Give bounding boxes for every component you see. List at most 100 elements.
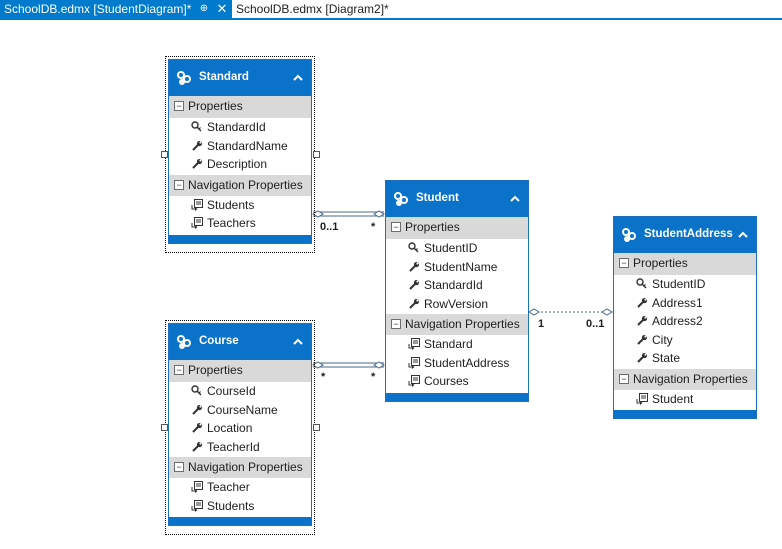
collapse-section-icon[interactable]: − — [391, 319, 401, 329]
navigation-property-icon — [408, 356, 420, 369]
resize-handle[interactable] — [161, 424, 168, 431]
property-item[interactable]: State — [614, 349, 756, 368]
section-label: Properties — [188, 99, 243, 113]
property-label: StandardId — [207, 120, 266, 134]
navigation-section[interactable]: − Navigation Properties — [169, 456, 311, 478]
navigation-property-item[interactable]: Teachers — [169, 214, 311, 233]
collapse-section-icon[interactable]: − — [174, 365, 184, 375]
resize-handle[interactable] — [313, 424, 320, 431]
property-item[interactable]: City — [614, 330, 756, 349]
property-item[interactable]: StandardName — [169, 136, 311, 155]
entity-icon — [177, 71, 191, 85]
properties-section[interactable]: − Properties — [614, 253, 756, 275]
entity-icon — [622, 228, 636, 242]
property-wrench-icon — [409, 261, 420, 272]
property-label: StandardId — [424, 278, 483, 292]
entity-header[interactable]: Course — [169, 324, 311, 360]
navigation-property-icon — [636, 392, 648, 405]
property-wrench-icon — [192, 422, 203, 433]
entity-header[interactable]: Standard — [169, 60, 311, 96]
entity-course[interactable]: Course − Properties CourseId CourseName Lo… — [168, 323, 312, 526]
resize-handle[interactable] — [313, 151, 320, 158]
property-wrench-icon — [192, 140, 203, 151]
property-wrench-icon — [409, 298, 420, 309]
navigation-property-label: StudentAddress — [424, 355, 510, 370]
navigation-property-label: Students — [207, 197, 255, 212]
navigation-property-item[interactable]: Students — [169, 195, 311, 214]
property-label: StandardName — [207, 138, 288, 153]
property-item[interactable]: RowVersion — [386, 294, 528, 313]
entity-standard[interactable]: Standard − Properties StandardId Standard… — [168, 59, 312, 244]
navigation-property-item[interactable]: Students — [169, 496, 311, 515]
property-item[interactable]: Address2 — [614, 312, 756, 331]
key-property-icon — [191, 385, 202, 396]
navigation-property-icon — [408, 375, 420, 387]
entity-header[interactable]: Student — [386, 181, 528, 217]
navigation-property-item[interactable]: Courses — [386, 372, 528, 391]
multiplicity-student-end: 1 — [538, 318, 545, 330]
chevron-up-icon[interactable] — [291, 335, 305, 349]
property-item[interactable]: TeacherId — [169, 437, 311, 456]
property-item[interactable]: CourseId — [169, 382, 311, 401]
multiplicity-course-end: * — [321, 371, 326, 383]
collapse-section-icon[interactable]: − — [619, 258, 629, 268]
property-item[interactable]: StudentID — [386, 239, 528, 258]
property-item[interactable]: StudentName — [386, 257, 528, 276]
property-item[interactable]: CourseName — [169, 400, 311, 419]
section-label: Navigation Properties — [188, 177, 303, 192]
property-label: StudentID — [652, 277, 706, 291]
navigation-property-item[interactable]: StudentAddress — [386, 353, 528, 372]
entity-name: StudentAddress — [644, 228, 733, 240]
property-item[interactable]: Description — [169, 155, 311, 174]
section-label: Properties — [633, 256, 688, 270]
navigation-property-icon — [191, 198, 203, 211]
navigation-property-item[interactable]: Student — [614, 389, 756, 408]
property-wrench-icon — [409, 279, 420, 290]
multiplicity-standard-end: 0..1 — [320, 221, 339, 233]
navigation-section[interactable]: − Navigation Properties — [169, 173, 311, 196]
collapse-section-icon[interactable]: − — [174, 179, 184, 190]
association-student-address[interactable] — [528, 308, 613, 316]
navigation-section[interactable]: − Navigation Properties — [386, 313, 528, 335]
property-item[interactable]: Location — [169, 419, 311, 438]
property-label: StudentID — [424, 241, 478, 255]
association-standard-student[interactable] — [312, 210, 385, 218]
entity-student[interactable]: Student − Properties StudentID StudentNam… — [385, 180, 529, 402]
property-label: RowVersion — [424, 296, 489, 311]
association-course-student[interactable] — [312, 361, 385, 369]
chevron-up-icon[interactable] — [736, 228, 750, 242]
collapse-section-icon[interactable]: − — [619, 373, 629, 384]
entity-footer — [169, 517, 311, 525]
property-label: City — [652, 332, 673, 347]
resize-handle[interactable] — [161, 151, 168, 158]
collapse-section-icon[interactable]: − — [174, 462, 184, 472]
navigation-property-icon — [191, 481, 203, 493]
property-item[interactable]: Address1 — [614, 293, 756, 312]
property-label: Location — [207, 421, 253, 435]
properties-section[interactable]: − Properties — [386, 217, 528, 239]
property-wrench-icon — [637, 297, 648, 308]
navigation-property-icon — [408, 338, 420, 350]
chevron-up-icon[interactable] — [291, 71, 305, 85]
entity-header[interactable]: StudentAddress — [614, 217, 756, 253]
property-wrench-icon — [192, 158, 203, 169]
navigation-section[interactable]: − Navigation Properties — [614, 367, 756, 390]
entity-footer — [386, 392, 528, 401]
property-label: CourseId — [207, 384, 256, 398]
collapse-section-icon[interactable]: − — [391, 222, 401, 232]
navigation-property-label: Students — [207, 498, 255, 513]
navigation-property-label: Teachers — [207, 216, 256, 230]
property-wrench-icon — [192, 441, 203, 452]
properties-section[interactable]: − Properties — [169, 360, 311, 382]
properties-section[interactable]: − Properties — [169, 96, 311, 118]
property-label: TeacherId — [207, 439, 260, 454]
navigation-property-item[interactable]: Standard — [386, 335, 528, 354]
chevron-up-icon[interactable] — [508, 192, 522, 206]
property-item[interactable]: StandardId — [169, 118, 311, 137]
collapse-section-icon[interactable]: − — [174, 101, 184, 111]
property-item[interactable]: StudentID — [614, 275, 756, 294]
navigation-property-item[interactable]: Teacher — [169, 478, 311, 497]
entity-icon — [177, 335, 191, 349]
entity-student-address[interactable]: StudentAddress − Properties StudentID Add… — [613, 216, 757, 419]
property-item[interactable]: StandardId — [386, 276, 528, 295]
